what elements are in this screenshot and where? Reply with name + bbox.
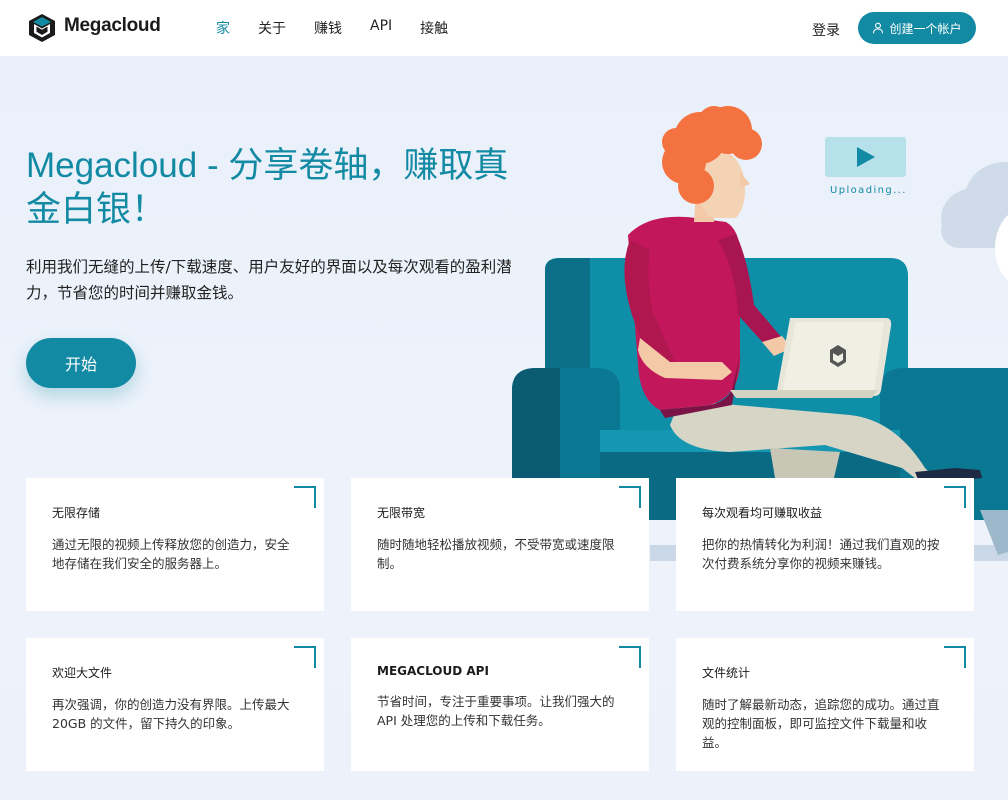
nav-about[interactable]: 关于: [258, 18, 286, 38]
create-account-button[interactable]: 创建一个帐户: [858, 12, 976, 44]
hair-shape: [662, 106, 762, 204]
hero-description: 利用我们无缝的上传/下载速度、用户友好的界面以及每次观看的盈利潜力，节省您的时间…: [26, 258, 512, 302]
user-icon: [873, 22, 884, 34]
feature-text: 节省时间，专注于重要事项。让我们强大的 API 处理您的上传和下载任务。: [377, 694, 615, 728]
nav-earn[interactable]: 赚钱: [314, 18, 342, 38]
corner-accent-icon: [944, 486, 966, 508]
feature-text: 把你的热情转化为利润！通过我们直观的按次付费系统分享你的视频来赚钱。: [702, 537, 940, 571]
nav-home[interactable]: 家: [216, 18, 230, 38]
main-nav: 家 关于 赚钱 API 接触: [216, 18, 476, 38]
corner-accent-icon: [294, 646, 316, 668]
feature-text: 再次强调，你的创造力没有界限。上传最大 20GB 的文件，留下持久的印象。: [52, 697, 290, 731]
feature-title: 欢迎大文件: [52, 666, 113, 680]
feature-text: 通过无限的视频上传释放您的创造力，安全地存储在我们安全的服务器上。: [52, 537, 290, 571]
corner-accent-icon: [944, 646, 966, 668]
feature-title: 每次观看均可赚取收益: [702, 506, 823, 520]
feature-title: 文件统计: [702, 666, 751, 680]
top-navbar: Megacloud 家 关于 赚钱 API 接触 登录 创建一个帐户: [0, 0, 1008, 56]
video-play-icon: [825, 137, 906, 177]
feature-card-api: MEGACLOUD API 节省时间，专注于重要事项。让我们强大的 API 处理…: [351, 638, 649, 771]
create-account-label: 创建一个帐户: [889, 21, 962, 36]
get-started-button[interactable]: 开始: [26, 338, 136, 388]
feature-title: 无限存储: [52, 506, 101, 520]
feature-card-bandwidth: 无限带宽 随时随地轻松播放视频，不受带宽或速度限制。: [351, 478, 649, 611]
corner-accent-icon: [619, 646, 641, 668]
nav-contact[interactable]: 接触: [420, 18, 448, 38]
feature-card-file-stats: 文件统计 随时了解最新动态，追踪您的成功。通过直观的控制面板，即可监控文件下载量…: [676, 638, 974, 771]
megacloud-logo-icon[interactable]: [26, 12, 58, 44]
feature-card-earnings: 每次观看均可赚取收益 把你的热情转化为利润！通过我们直观的按次付费系统分享你的视…: [676, 478, 974, 611]
feature-title: MEGACLOUD API: [377, 664, 489, 678]
feature-card-large-files: 欢迎大文件 再次强调，你的创造力没有界限。上传最大 20GB 的文件，留下持久的…: [26, 638, 324, 771]
login-link[interactable]: 登录: [812, 20, 840, 40]
corner-accent-icon: [619, 486, 641, 508]
cloud-icon: [941, 162, 1008, 281]
corner-accent-icon: [294, 486, 316, 508]
brand-name[interactable]: Megacloud: [64, 15, 161, 37]
feature-text: 随时随地轻松播放视频，不受带宽或速度限制。: [377, 537, 615, 571]
feature-title: 无限带宽: [377, 506, 426, 520]
feature-text: 随时了解最新动态，追踪您的成功。通过直观的控制面板，即可监控文件下载量和收益。: [702, 697, 940, 750]
feature-card-storage: 无限存储 通过无限的视频上传释放您的创造力，安全地存储在我们安全的服务器上。: [26, 478, 324, 611]
hero-title: Megacloud - 分享卷轴，赚取真金白银！: [26, 146, 509, 229]
nav-api[interactable]: API: [370, 18, 392, 38]
upload-status: Uploading...: [830, 185, 907, 196]
